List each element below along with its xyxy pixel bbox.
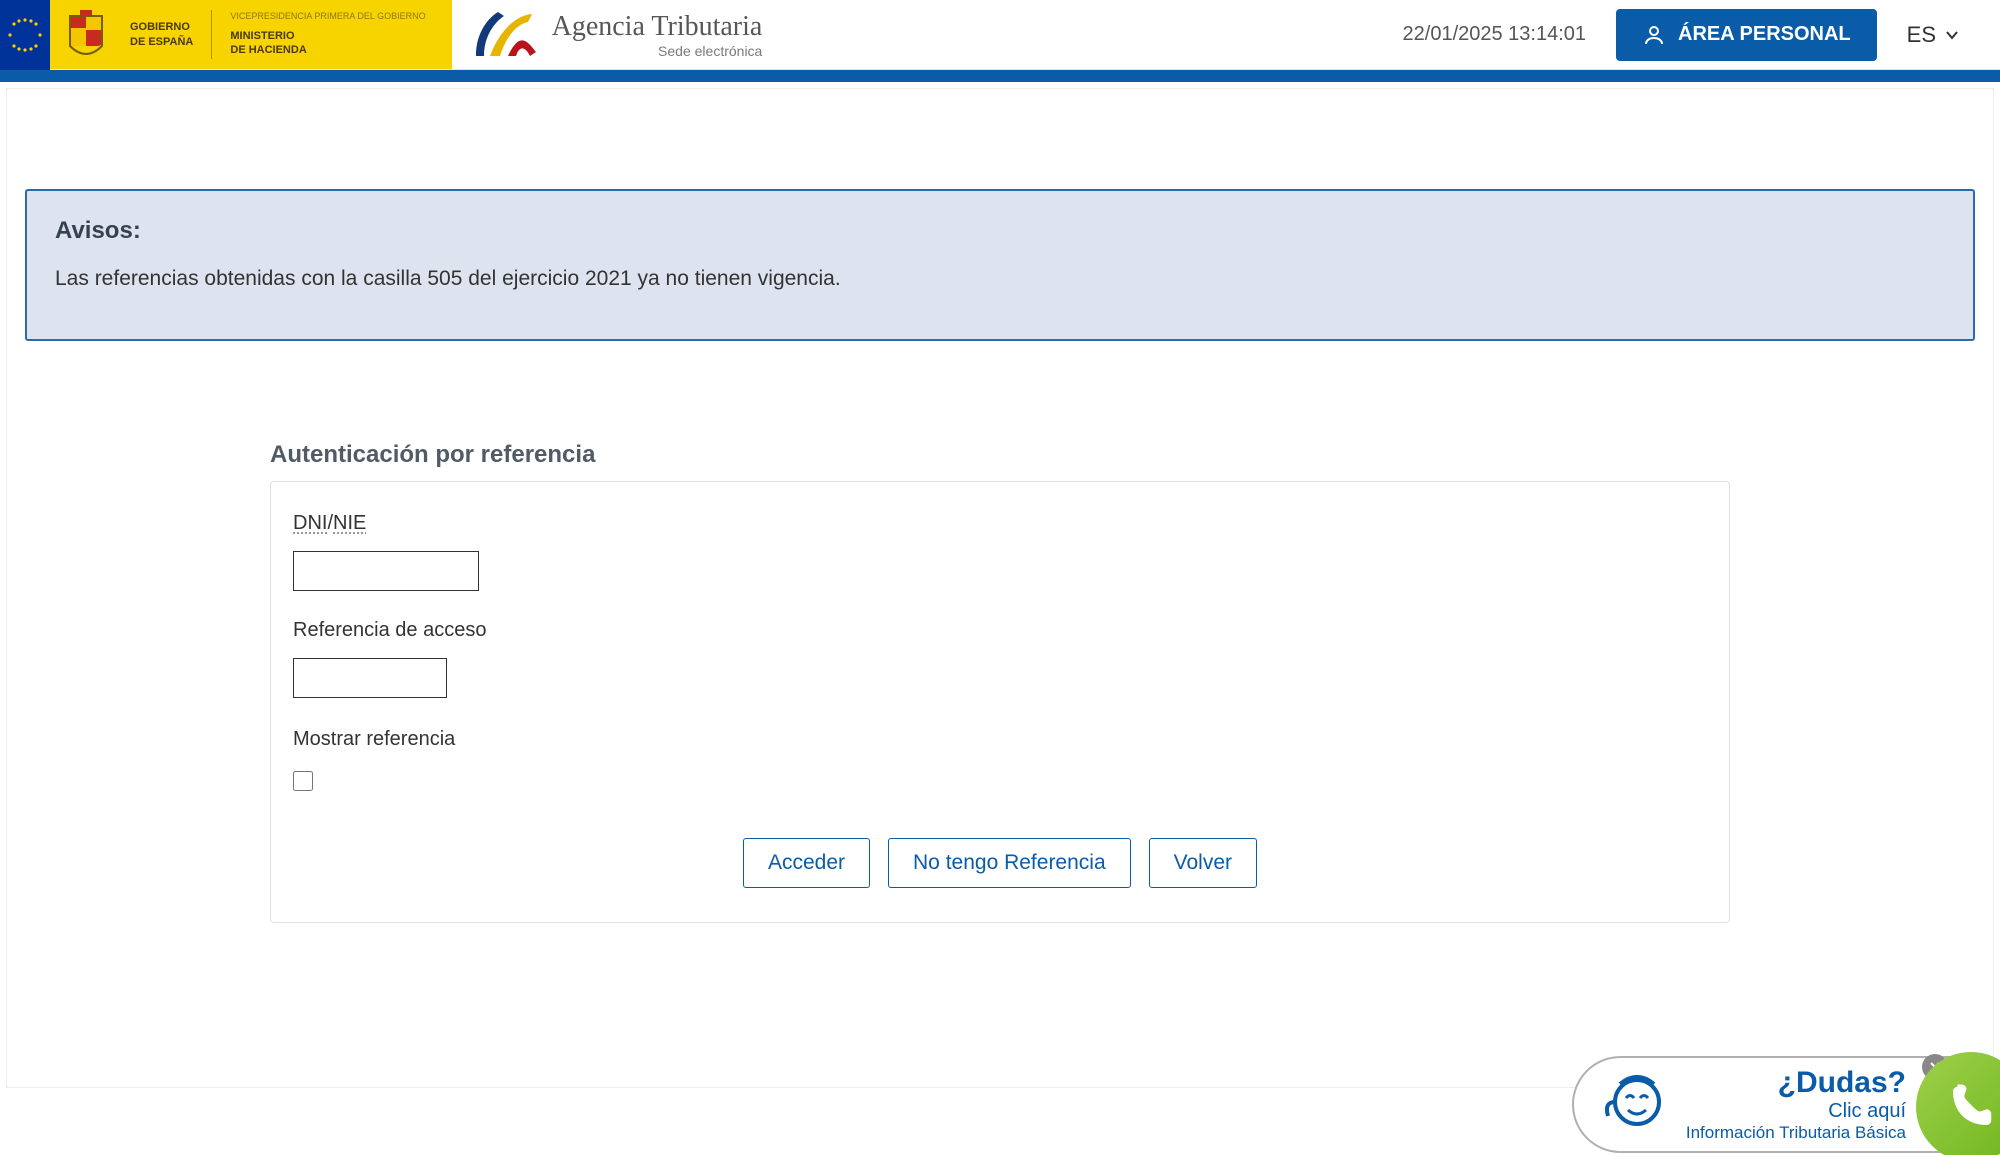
header: GOBIERNO DE ESPAÑA VICEPRESIDENCIA PRIME… — [0, 0, 2000, 70]
button-row: Acceder No tengo Referencia Volver — [293, 838, 1707, 888]
gov-text: GOBIERNO DE ESPAÑA — [116, 14, 207, 55]
gov-line2: DE ESPAÑA — [130, 35, 193, 49]
agency-mark-icon — [470, 8, 542, 62]
chevron-down-icon — [1944, 27, 1960, 43]
volver-button[interactable]: Volver — [1149, 838, 1257, 888]
reference-label: Referencia de acceso — [293, 619, 1707, 642]
gov-logo-block: GOBIERNO DE ESPAÑA VICEPRESIDENCIA PRIME… — [0, 0, 452, 69]
show-reference-checkbox[interactable] — [293, 771, 313, 791]
area-personal-button[interactable]: ÁREA PERSONAL — [1616, 9, 1877, 61]
ministry-text: VICEPRESIDENCIA PRIMERA DEL GOBIERNO MIN… — [216, 5, 439, 63]
help-subtitle: Información Tributaria Básica — [1686, 1123, 1906, 1143]
auth-section: Autenticación por referencia DNI/NIE Ref… — [270, 441, 1730, 923]
content-card: Avisos: Las referencias obtenidas con la… — [6, 88, 1994, 1088]
acceder-button[interactable]: Acceder — [743, 838, 870, 888]
language-selector[interactable]: ES — [1907, 22, 1960, 48]
ministry-line1: MINISTERIO — [230, 29, 425, 43]
language-code: ES — [1907, 22, 1936, 48]
notice-title: Avisos: — [55, 217, 1945, 245]
assistant-face-icon — [1600, 1068, 1674, 1142]
dni-input[interactable] — [293, 551, 479, 591]
nie-abbr: NIE — [333, 512, 366, 534]
page: Avisos: Las referencias obtenidas con la… — [0, 82, 2000, 1094]
dni-label: DNI/NIE — [293, 512, 1707, 535]
notice-box: Avisos: Las referencias obtenidas con la… — [25, 189, 1975, 341]
help-pill[interactable]: ¿Dudas? Clic aquí Información Tributaria… — [1572, 1056, 1998, 1153]
agency-title: Agencia Tributaria — [552, 11, 763, 43]
area-personal-label: ÁREA PERSONAL — [1678, 23, 1851, 46]
reference-input[interactable] — [293, 658, 447, 698]
timestamp: 22/01/2025 13:14:01 — [1403, 23, 1587, 46]
help-widget: ¿Dudas? Clic aquí Información Tributaria… — [1572, 1056, 1998, 1153]
auth-heading: Autenticación por referencia — [270, 441, 1730, 469]
eu-flag-icon — [0, 0, 50, 70]
dni-abbr: DNI — [293, 512, 327, 534]
agency-title-block: Agencia Tributaria Sede electrónica — [552, 11, 763, 59]
auth-box: DNI/NIE Referencia de acceso Mostrar ref… — [270, 481, 1730, 923]
agency-logo-block: Agencia Tributaria Sede electrónica — [452, 0, 781, 69]
coat-of-arms-icon — [56, 5, 116, 65]
show-reference-label: Mostrar referencia — [293, 728, 1707, 751]
user-icon — [1642, 23, 1666, 47]
ministry-line2: DE HACIENDA — [230, 43, 425, 57]
help-texts: ¿Dudas? Clic aquí Información Tributaria… — [1686, 1066, 1906, 1143]
agency-subtitle: Sede electrónica — [552, 43, 763, 59]
vice-line: VICEPRESIDENCIA PRIMERA DEL GOBIERNO — [230, 11, 425, 23]
header-right: 22/01/2025 13:14:01 ÁREA PERSONAL ES — [1403, 0, 2000, 69]
phone-icon — [1944, 1080, 1998, 1134]
gov-divider — [211, 10, 212, 58]
help-click-here: Clic aquí — [1686, 1100, 1906, 1123]
help-question: ¿Dudas? — [1686, 1066, 1906, 1100]
gov-line1: GOBIERNO — [130, 20, 193, 34]
blue-accent-bar — [0, 70, 2000, 82]
notice-body: Las referencias obtenidas con la casilla… — [55, 267, 1945, 291]
no-reference-button[interactable]: No tengo Referencia — [888, 838, 1131, 888]
